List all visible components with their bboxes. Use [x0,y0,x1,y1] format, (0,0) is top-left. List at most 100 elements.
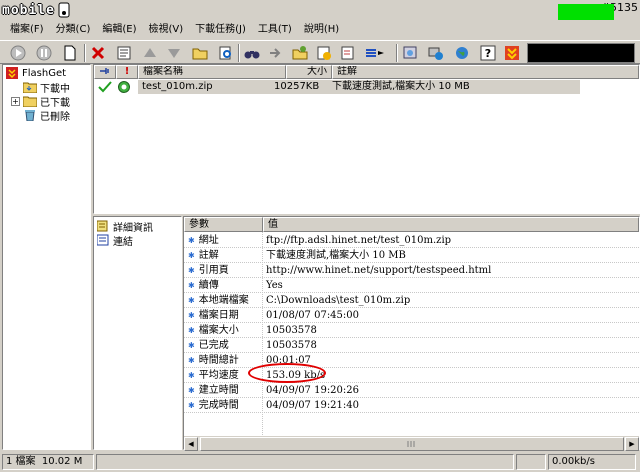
open-folder-icon[interactable] [190,43,210,63]
connection-icon[interactable] [364,43,384,63]
bullet-icon: ✱ [188,356,195,365]
app-logo: mobile [2,1,71,19]
recycle-bin-icon [23,109,37,121]
info-value: C:\Downloads\test_010m.zip [266,295,411,306]
svg-text:?: ? [485,47,491,60]
info-table: 參數 值 ✱ 網址 ftp://ftp.adsl.hinet.net/test_01… [183,216,640,450]
tree-item-label: 已下載 [40,93,70,109]
move-down-icon[interactable] [164,43,184,63]
status-count-text: 1 檔案 [6,456,36,467]
start-icon[interactable] [8,43,28,63]
info-key: 註解 [198,250,219,261]
bullet-icon: ✱ [188,236,195,245]
file-comment: 下載速度測試,檔案大小 10 MB [332,81,470,92]
bullet-icon: ✱ [188,266,195,275]
info-key: 本地端檔案 [198,295,249,306]
properties-icon[interactable] [114,43,134,63]
speed-meter [527,43,635,63]
delete-icon[interactable] [88,43,108,63]
column-header-value[interactable]: 值 [263,217,639,232]
column-header-parameter[interactable]: 參數 [184,217,263,232]
status-extra [516,454,546,470]
info-row-url: ✱ 網址 ftp://ftp.adsl.hinet.net/test_010m.zi… [184,233,639,248]
bullet-icon: ✱ [188,371,195,380]
scroll-right-icon[interactable]: ▶ [625,437,639,451]
bullet-icon: ✱ [188,401,195,410]
scrollbar-thumb[interactable] [200,437,624,451]
find-icon[interactable] [216,43,236,63]
info-value: 04/09/07 19:20:26 [266,385,360,396]
file-name: test_010m.zip [142,81,213,92]
info-key: 時間總計 [198,355,239,366]
info-key: 完成時間 [198,400,239,411]
menu-help[interactable]: 說明(H) [298,21,345,39]
tree-item-downloaded[interactable]: + 已下載 [11,93,70,109]
tree-root-flashget[interactable]: FlashGet [5,66,66,80]
info-row-total-time: ✱ 時間總計 00:01:07 [184,353,639,368]
tree-item-deleted[interactable]: 已刪除 [23,108,70,123]
toolbar: ? [0,40,640,64]
network-icon[interactable] [426,43,446,63]
tree-item-label: 下載中 [40,83,70,95]
details-nav: 詳細資訊 連結 [93,216,182,450]
column-header-size[interactable]: 大小 [286,65,332,79]
column-header-priority[interactable]: ! [116,65,138,79]
tasks-icon[interactable] [338,43,358,63]
expand-toggle-icon[interactable]: + [11,96,20,106]
menu-view[interactable]: 檢視(V) [142,21,189,39]
horizontal-scrollbar[interactable]: ◀ ▶ [184,436,639,451]
new-icon[interactable] [60,43,80,63]
import-icon[interactable] [266,43,286,63]
menu-edit[interactable]: 編輯(E) [96,21,142,39]
bullet-icon: ✱ [188,386,195,395]
tree-item-label: 已刪除 [40,111,70,123]
tree-item-downloading[interactable]: 下載中 [23,80,70,95]
nav-item-details[interactable]: 詳細資訊 [96,219,153,234]
app-logo-text: mobile [2,2,55,18]
scroll-left-icon[interactable]: ◀ [184,437,198,451]
category-tree: FlashGet 下載中 + 已下載 已刪除 [2,64,91,450]
status-file-count: 1 檔案 10.02 M [2,454,94,470]
info-value: http://www.hinet.net/support/testspeed.h… [266,265,492,276]
info-key: 檔案日期 [198,310,239,321]
nav-item-connection[interactable]: 連結 [96,233,133,248]
exit-icon[interactable] [502,43,522,63]
pin-icon [100,68,109,74]
help-icon[interactable]: ? [478,43,498,63]
info-value: Yes [266,280,283,291]
info-value: 01/08/07 07:45:00 [266,310,360,321]
status-speed: 0.00kb/s [548,454,636,470]
tree-root-label: FlashGet [22,67,67,79]
info-value: 10503578 [266,340,317,351]
column-header-filename[interactable]: 檔案名稱 [138,65,286,79]
column-header-comment[interactable]: 註解 [332,65,639,79]
menu-bar: 檔案(F) 分類(C) 編輯(E) 檢視(V) 下載任務(J) 工具(T) 說明… [0,21,640,39]
grip-icon [407,441,415,447]
info-row-referrer: ✱ 引用頁 http://www.hinet.net/support/testspe… [184,263,639,278]
options-icon[interactable] [290,43,310,63]
menu-jobs[interactable]: 下載任務(J) [189,21,252,39]
bullet-icon: ✱ [188,281,195,290]
binoculars-icon[interactable] [242,43,262,63]
menu-category[interactable]: 分類(C) [50,21,97,39]
globe-earth-icon[interactable] [452,43,472,63]
bullet-icon: ✱ [188,326,195,335]
menu-tools[interactable]: 工具(T) [252,21,298,39]
info-key: 建立時間 [198,385,239,396]
info-row-local-file: ✱ 本地端檔案 C:\Downloads\test_010m.zip [184,293,639,308]
move-up-icon[interactable] [140,43,160,63]
log-icon [96,234,110,246]
info-row-finished: ✱ 完成時間 04/09/07 19:21:40 [184,398,639,413]
info-key: 引用頁 [198,265,229,276]
globe-icon[interactable] [400,43,420,63]
bullet-icon: ✱ [188,251,195,260]
downloading-folder-icon [23,81,37,93]
info-row-created: ✱ 建立時間 04/09/07 19:20:26 [184,383,639,398]
schedule-icon[interactable] [314,43,334,63]
complete-icon [118,81,130,93]
column-header-status[interactable] [94,65,116,79]
pause-icon[interactable] [34,43,54,63]
info-row-completed: ✱ 已完成 10503578 [184,338,639,353]
title-bar [0,0,640,20]
menu-file[interactable]: 檔案(F) [4,21,50,39]
